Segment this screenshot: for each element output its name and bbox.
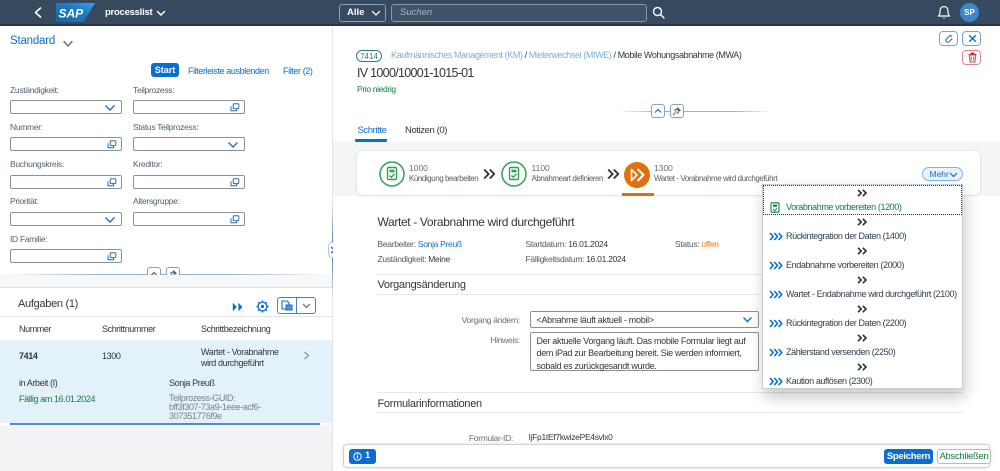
svg-text:SAP: SAP: [59, 7, 85, 21]
